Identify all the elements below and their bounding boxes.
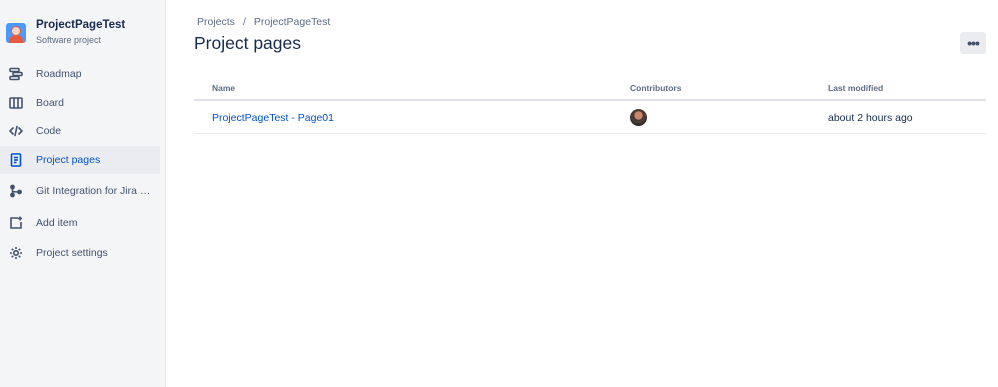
sidebar-item-project-settings[interactable]: Project settings bbox=[0, 239, 160, 268]
sidebar-item-label: Roadmap bbox=[36, 68, 82, 81]
sidebar-item-label: Project settings bbox=[36, 247, 108, 260]
pages-icon bbox=[8, 152, 24, 168]
breadcrumb-projects-link[interactable]: Projects bbox=[197, 16, 235, 28]
git-icon bbox=[8, 183, 24, 199]
breadcrumb: Projects / ProjectPageTest bbox=[197, 16, 330, 28]
pages-table: Name Contributors Last modified ProjectP… bbox=[194, 76, 986, 134]
board-icon bbox=[8, 95, 24, 111]
app-root: ProjectPageTest Software project Roadmap… bbox=[0, 0, 998, 387]
sidebar-item-git-integration[interactable]: Git Integration for Jira S... bbox=[0, 177, 160, 206]
contributor-avatar[interactable] bbox=[630, 108, 647, 126]
sidebar-item-add-item[interactable]: Add item bbox=[0, 209, 160, 238]
breadcrumb-project-link[interactable]: ProjectPageTest bbox=[254, 16, 330, 28]
project-avatar bbox=[6, 23, 26, 43]
sidebar-item-roadmap[interactable]: Roadmap bbox=[0, 60, 160, 89]
roadmap-icon bbox=[8, 66, 24, 82]
gear-icon bbox=[8, 245, 24, 261]
sidebar-item-label: Git Integration for Jira S... bbox=[36, 185, 154, 198]
column-header-name[interactable]: Name bbox=[194, 83, 630, 93]
sidebar-item-board[interactable]: Board bbox=[0, 89, 160, 118]
sidebar-item-label: Board bbox=[36, 96, 65, 109]
project-text: ProjectPageTest Software project bbox=[36, 18, 125, 45]
column-header-last-modified[interactable]: Last modified bbox=[828, 83, 986, 93]
sidebar: ProjectPageTest Software project Roadmap… bbox=[0, 0, 166, 387]
page-link[interactable]: ProjectPageTest - Page01 bbox=[212, 112, 334, 124]
add-item-icon bbox=[8, 215, 24, 231]
sidebar-item-project-pages[interactable]: Project pages bbox=[0, 145, 160, 174]
project-name: ProjectPageTest bbox=[36, 19, 126, 31]
page-title: Project pages bbox=[194, 33, 302, 53]
sidebar-item-label: Project pages bbox=[36, 153, 101, 166]
sidebar-nav: Roadmap Board Code Project pages Git Int… bbox=[0, 60, 160, 268]
column-header-contributors[interactable]: Contributors bbox=[630, 83, 828, 93]
table-header: Name Contributors Last modified bbox=[194, 76, 986, 101]
table-row: ProjectPageTest - Page01 about 2 hours a… bbox=[194, 101, 986, 134]
project-type: Software project bbox=[36, 35, 102, 45]
sidebar-item-label: Add item bbox=[36, 216, 78, 229]
main-content: Projects / ProjectPageTest Project pages… bbox=[166, 0, 998, 387]
sidebar-item-label: Code bbox=[36, 125, 62, 138]
more-actions-button[interactable]: ••• bbox=[960, 32, 986, 54]
code-icon bbox=[8, 123, 24, 139]
project-header[interactable]: ProjectPageTest Software project bbox=[6, 18, 125, 45]
breadcrumb-separator: / bbox=[242, 16, 246, 28]
sidebar-item-code[interactable]: Code bbox=[0, 117, 160, 146]
cell-contributors bbox=[630, 108, 828, 126]
more-icon: ••• bbox=[967, 35, 980, 51]
cell-name: ProjectPageTest - Page01 bbox=[194, 108, 630, 126]
last-modified-text: about 2 hours ago bbox=[828, 112, 913, 124]
cell-last-modified: about 2 hours ago bbox=[828, 108, 986, 126]
